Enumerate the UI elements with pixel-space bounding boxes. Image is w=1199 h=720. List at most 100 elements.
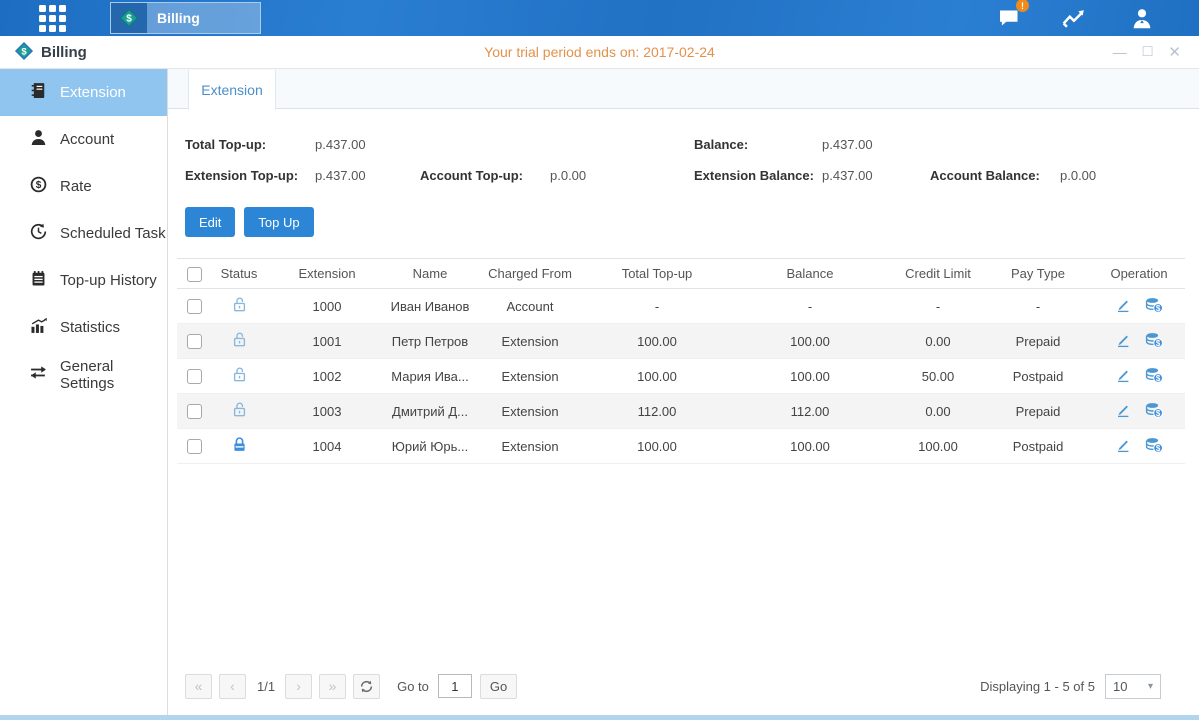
cell-name: Юрий Юрь... xyxy=(387,429,473,464)
row-checkbox[interactable] xyxy=(187,439,202,454)
sidebar-item-top-up-history[interactable]: Top-up History xyxy=(0,257,167,304)
topup-coins-icon[interactable]: $ xyxy=(1145,297,1163,316)
cell-balance: 100.00 xyxy=(727,359,893,394)
row-checkbox[interactable] xyxy=(187,404,202,419)
sidebar-item-statistics[interactable]: Statistics xyxy=(0,304,167,351)
cell-credit-limit: 50.00 xyxy=(893,359,983,394)
select-all-checkbox[interactable] xyxy=(187,267,202,282)
cell-credit-limit: 0.00 xyxy=(893,324,983,359)
tab-extension[interactable]: Extension xyxy=(188,70,276,110)
table-row: 1003Дмитрий Д...Extension112.00112.000.0… xyxy=(177,394,1185,429)
sidebar-item-account[interactable]: Account xyxy=(0,116,167,163)
row-checkbox[interactable] xyxy=(187,334,202,349)
topup-coins-icon[interactable]: $ xyxy=(1145,437,1163,456)
svg-text:$: $ xyxy=(1156,443,1161,452)
minimize-button[interactable]: — xyxy=(1113,45,1127,59)
resource-monitor-icon[interactable] xyxy=(1059,5,1093,31)
sidebar-item-label: General Settings xyxy=(60,358,167,392)
cell-balance: - xyxy=(727,289,893,324)
goto-page-input[interactable] xyxy=(438,674,472,698)
apps-grid-icon[interactable] xyxy=(30,0,74,36)
svg-text:$: $ xyxy=(21,46,27,57)
top-up-button[interactable]: Top Up xyxy=(244,207,313,237)
table-header-row: StatusExtensionNameCharged FromTotal Top… xyxy=(177,259,1185,289)
sidebar-item-general-settings[interactable]: General Settings xyxy=(0,351,167,398)
cell-charged-from: Extension xyxy=(473,394,587,429)
table-row: 1000Иван ИвановAccount----$ xyxy=(177,289,1185,324)
row-checkbox[interactable] xyxy=(187,369,202,384)
cell-balance: 100.00 xyxy=(727,324,893,359)
sidebar-item-rate[interactable]: $Rate xyxy=(0,163,167,210)
messages-icon[interactable]: ! xyxy=(993,5,1027,31)
edit-button[interactable]: Edit xyxy=(185,207,235,237)
cell-pay-type: Prepaid xyxy=(983,394,1093,429)
prev-page-button[interactable]: ‹ xyxy=(219,674,246,699)
column-header: Charged From xyxy=(473,259,587,289)
column-header: Pay Type xyxy=(983,259,1093,289)
close-button[interactable]: ✕ xyxy=(1168,45,1181,60)
sidebar-item-label: Extension xyxy=(60,84,126,101)
column-header: Name xyxy=(387,259,473,289)
extension-topup-value: p.437.00 xyxy=(315,168,420,183)
edit-pencil-icon[interactable] xyxy=(1115,402,1131,421)
account-topup-value: p.0.00 xyxy=(550,168,694,183)
column-header: Balance xyxy=(727,259,893,289)
user-account-icon[interactable] xyxy=(1125,5,1159,31)
column-header: Credit Limit xyxy=(893,259,983,289)
page-size-select[interactable]: 10 ▾ xyxy=(1105,674,1161,699)
main-panel: Extension Total Top-up: p.437.00 Balance… xyxy=(168,69,1199,715)
cell-name: Петр Петров xyxy=(387,324,473,359)
topbar: $ Billing ! xyxy=(0,0,1199,36)
billing-app-tab[interactable]: $ Billing xyxy=(110,2,261,34)
svg-text:$: $ xyxy=(1156,408,1161,417)
topup-coins-icon[interactable]: $ xyxy=(1145,367,1163,386)
address-book-icon xyxy=(30,82,47,103)
edit-pencil-icon[interactable] xyxy=(1115,437,1131,456)
cell-total-topup: 112.00 xyxy=(587,394,727,429)
refresh-icon xyxy=(359,679,374,694)
cell-total-topup: 100.00 xyxy=(587,359,727,394)
cell-charged-from: Extension xyxy=(473,359,587,394)
dollar-circle-icon: $ xyxy=(30,176,47,197)
row-checkbox[interactable] xyxy=(187,299,202,314)
edit-pencil-icon[interactable] xyxy=(1115,332,1131,351)
cell-pay-type: Postpaid xyxy=(983,429,1093,464)
next-page-button[interactable]: › xyxy=(285,674,312,699)
cell-extension: 1000 xyxy=(267,289,387,324)
account-topup-label: Account Top-up: xyxy=(420,168,550,183)
window-titlebar: $ Billing Your trial period ends on: 201… xyxy=(0,36,1199,69)
edit-pencil-icon[interactable] xyxy=(1115,367,1131,386)
edit-pencil-icon[interactable] xyxy=(1115,297,1131,316)
refresh-button[interactable] xyxy=(353,674,380,699)
table-row: 1001Петр ПетровExtension100.00100.000.00… xyxy=(177,324,1185,359)
account-balance-value: p.0.00 xyxy=(1060,168,1096,183)
cell-extension: 1001 xyxy=(267,324,387,359)
billing-window-icon: $ xyxy=(14,41,34,64)
svg-text:$: $ xyxy=(36,180,42,191)
cell-credit-limit: 0.00 xyxy=(893,394,983,429)
sidebar-item-extension[interactable]: Extension xyxy=(0,69,167,116)
first-page-button[interactable]: « xyxy=(185,674,212,699)
sliders-icon xyxy=(30,364,47,385)
cell-pay-type: Postpaid xyxy=(983,359,1093,394)
balance-value: p.437.00 xyxy=(822,137,873,152)
cell-charged-from: Account xyxy=(473,289,587,324)
cell-extension: 1002 xyxy=(267,359,387,394)
pagination-bar: « ‹ 1/1 › » Go to Go Displaying 1 - 5 of… xyxy=(185,671,1161,701)
maximize-button[interactable]: □ xyxy=(1143,44,1153,60)
column-header: Operation xyxy=(1093,259,1185,289)
goto-label: Go to xyxy=(397,679,429,694)
sidebar-item-scheduled-task[interactable]: Scheduled Task xyxy=(0,210,167,257)
go-button[interactable]: Go xyxy=(480,674,517,699)
column-header: Status xyxy=(211,259,267,289)
grid-dots xyxy=(39,5,66,32)
page-indicator: 1/1 xyxy=(257,679,275,694)
last-page-button[interactable]: » xyxy=(319,674,346,699)
balance-label: Balance: xyxy=(694,137,822,152)
topup-coins-icon[interactable]: $ xyxy=(1145,402,1163,421)
account-balance-label: Account Balance: xyxy=(930,168,1060,183)
bar-chart-icon xyxy=(30,317,47,338)
table-row: 1002Мария Ива...Extension100.00100.0050.… xyxy=(177,359,1185,394)
topup-coins-icon[interactable]: $ xyxy=(1145,332,1163,351)
billing-diamond-icon: $ xyxy=(111,3,147,33)
